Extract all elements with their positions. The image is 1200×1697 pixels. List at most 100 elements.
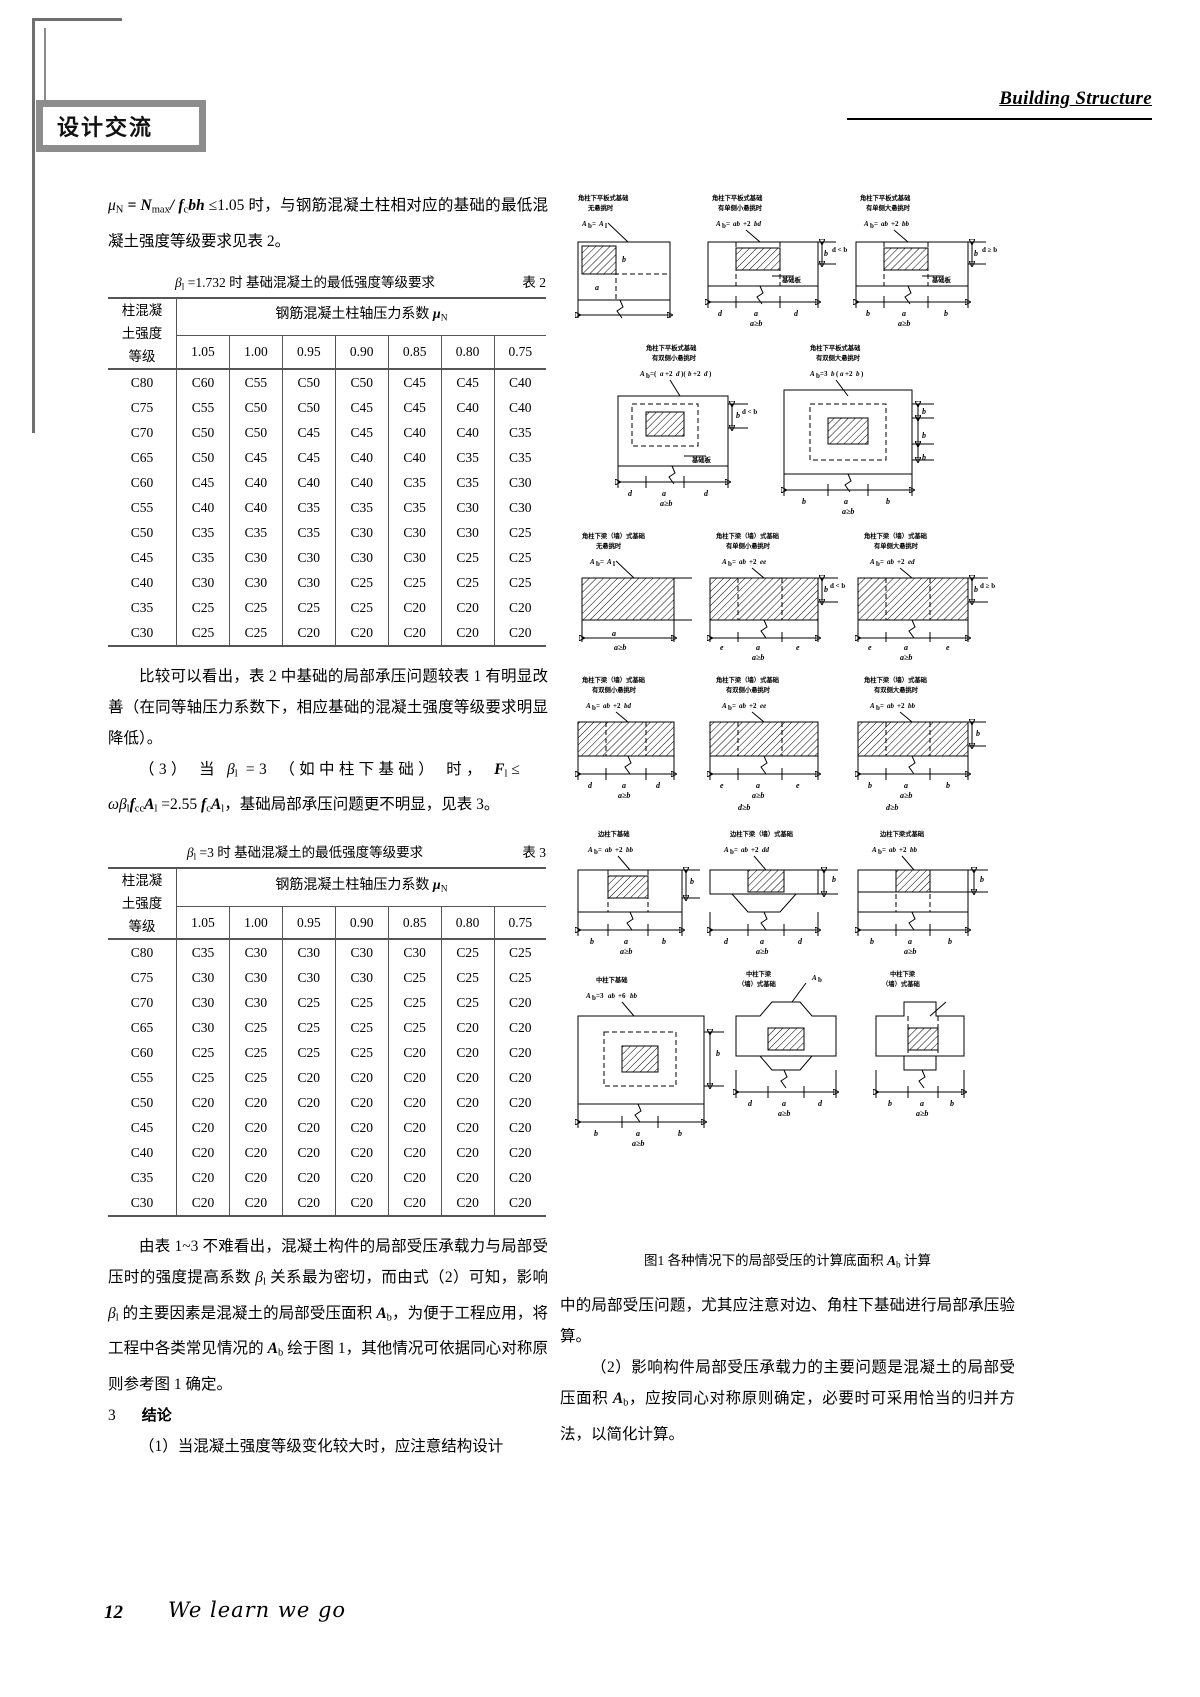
table3-caption-text: βl =3 时 基础混凝土的最低强度等级要求 [108, 841, 548, 861]
fig-cell-r4c2: 角柱下梁（墙）式基础 有双侧小悬挑时 Ab = ab +2 ee eae a≥b d≥b [710, 675, 818, 812]
table3-cell: C20 [334, 1114, 389, 1140]
table3-cell: C25 [228, 1039, 283, 1065]
paragraph-conclusion-lead: 由表 1~3 不难看出，混凝土构件的局部受压承载力与局部受压时的强度提高系数 β… [108, 1231, 548, 1400]
left-vertical-rule [32, 18, 35, 433]
svg-text:=3: =3 [820, 370, 828, 378]
table3-rowhead-cell: 柱混凝 土强度 等级 [108, 866, 177, 940]
table3-cell: C20 [228, 1164, 283, 1190]
table3-cell: C25 [228, 1064, 283, 1090]
table3-cell: C20 [228, 1189, 283, 1217]
table3-cell: C25 [281, 1039, 336, 1065]
svg-text:有单侧小悬挑时: 有单侧小悬挑时 [726, 541, 771, 550]
table-row: C40 C20 C20 C20 C20 C20 C20 C20 [108, 1139, 546, 1165]
svg-text:角柱下梁（墙）式基础: 角柱下梁（墙）式基础 [582, 675, 645, 684]
table3-row-grade: C60 [108, 1039, 177, 1065]
table2-cell: C50 [176, 419, 230, 445]
svg-text:a≥b: a≥b [660, 499, 672, 508]
svg-text:b: b [950, 1099, 954, 1108]
svg-text:a≥b: a≥b [900, 653, 912, 662]
fig-cell-r3c1: 角柱下梁（墙）式基础 无悬挑时 Ab = Al a a≥b [582, 531, 692, 652]
svg-text:d≥b: d≥b [886, 803, 898, 812]
table3-cell: C20 [493, 1114, 546, 1140]
svg-text:a: a [612, 629, 616, 638]
svg-text:A: A [606, 558, 612, 566]
svg-text:d≥b: d≥b [738, 803, 750, 812]
table2-cell: C35 [387, 494, 442, 520]
svg-text:角柱下平板式基础: 角柱下平板式基础 [810, 343, 860, 352]
table2-cell: C45 [281, 419, 336, 445]
table3-cell: C20 [387, 1189, 442, 1217]
table3-cell: C20 [281, 1114, 336, 1140]
svg-text:ab: ab [739, 702, 747, 710]
table3-col-header-1: 1.00 [228, 906, 283, 940]
table-row: C50 C35 C35 C35 C30 C30 C30 C25 [108, 519, 546, 545]
fig-cap-a: 图1 各种情况下的局部受压的计算底面积 [644, 1253, 887, 1268]
table3-cell: C30 [228, 989, 283, 1015]
table2-cell: C35 [334, 494, 389, 520]
eq-bh: bh [188, 197, 209, 214]
svg-text:bb: bb [630, 992, 638, 1000]
svg-text:有双侧大悬挑时: 有双侧大悬挑时 [874, 685, 919, 694]
table3-row-grade: C40 [108, 1139, 177, 1165]
table2-cell: C40 [440, 419, 495, 445]
svg-text:d: d [798, 937, 803, 946]
svg-text:d: d [794, 309, 799, 318]
table2-cell: C35 [387, 469, 442, 495]
svg-text:b: b [856, 370, 860, 378]
table3-row-grade: C75 [108, 964, 177, 990]
table3-cell: C20 [228, 1114, 283, 1140]
table-row: C30 C25 C25 C20 C20 C20 C20 C20 [108, 619, 546, 647]
table3-cell: C25 [493, 964, 546, 990]
section-heading-3: 3 结论 [108, 1400, 548, 1431]
table3-col-header-4: 0.85 [387, 906, 442, 940]
svg-text:+6: +6 [618, 992, 626, 1000]
table-row: C35 C20 C20 C20 C20 C20 C20 C20 [108, 1164, 546, 1190]
figure-1-caption: 图1 各种情况下的局部受压的计算底面积 Ab 计算 [560, 1251, 1015, 1274]
table3-cell: C25 [440, 964, 495, 990]
concl-beta1: β [255, 1268, 263, 1286]
table2-col-header-4: 0.85 [387, 335, 442, 370]
table2-span-header: 钢筋混凝土柱轴压力系数 μN [176, 296, 546, 337]
nmax-sub: max [151, 204, 170, 216]
table3-cell: C20 [493, 1164, 546, 1190]
case3-eq-10: A [210, 796, 222, 814]
table3-caption-rest: =3 时 基础混凝土的最低强度等级要求 [196, 844, 424, 860]
svg-text:a: a [782, 1099, 786, 1108]
svg-text:有单侧大悬挑时: 有单侧大悬挑时 [874, 541, 919, 550]
svg-text:+2: +2 [613, 702, 621, 710]
table3-cell: C35 [176, 938, 230, 965]
table3-row-grade: C45 [108, 1114, 177, 1140]
table2-col-header-2: 0.95 [281, 335, 336, 370]
table2-cell: C30 [334, 544, 389, 570]
table2-cell: C30 [387, 544, 442, 570]
fig-cell-r5c1: 边柱下基础 Ab = ab +2 bb b bab a≥b [578, 829, 700, 956]
svg-text:b: b [590, 937, 594, 946]
table3-cell: C20 [387, 1039, 442, 1065]
table2-cell: C35 [493, 419, 546, 445]
svg-text:a≥b: a≥b [632, 1139, 644, 1148]
table-row: C55 C25 C25 C20 C20 C20 C20 C20 [108, 1064, 546, 1090]
table2-cell: C25 [493, 519, 546, 545]
svg-text:角柱下梁（墙）式基础: 角柱下梁（墙）式基础 [864, 531, 927, 540]
table3-cell: C25 [228, 1014, 283, 1040]
figure-1-drawing: 角柱下平板式基础 无悬挑时 Ab = Al a b 角柱下平板式基础 有单侧小悬挑时 [560, 193, 997, 1148]
concl-g: 的主要因素是混凝土的局部受压面积 [118, 1304, 377, 1322]
table2-mu-sub: N [440, 313, 448, 324]
table-row: C70 C30 C30 C25 C25 C25 C25 C20 [108, 989, 546, 1015]
table2-cell: C30 [228, 544, 283, 570]
table2-cell: C30 [228, 569, 283, 595]
table2-cell: C40 [228, 469, 283, 495]
svg-text:A: A [871, 846, 877, 854]
table3-row-grade: C70 [108, 989, 177, 1015]
table3-row-grade: C30 [108, 1189, 177, 1217]
table3-cell: C25 [440, 938, 495, 965]
table3-row-grade: C65 [108, 1014, 177, 1040]
table2-cell: C20 [334, 619, 389, 647]
svg-text:a: a [904, 643, 908, 652]
table2-cell: C30 [281, 569, 336, 595]
table3-cell: C20 [440, 1114, 495, 1140]
table2-row-grade: C70 [108, 419, 177, 445]
table3-span-header-text: 钢筋混凝土柱轴压力系数 [275, 877, 433, 893]
case3-eq-7: =2.55 [157, 796, 202, 814]
svg-text:=: = [600, 558, 604, 566]
